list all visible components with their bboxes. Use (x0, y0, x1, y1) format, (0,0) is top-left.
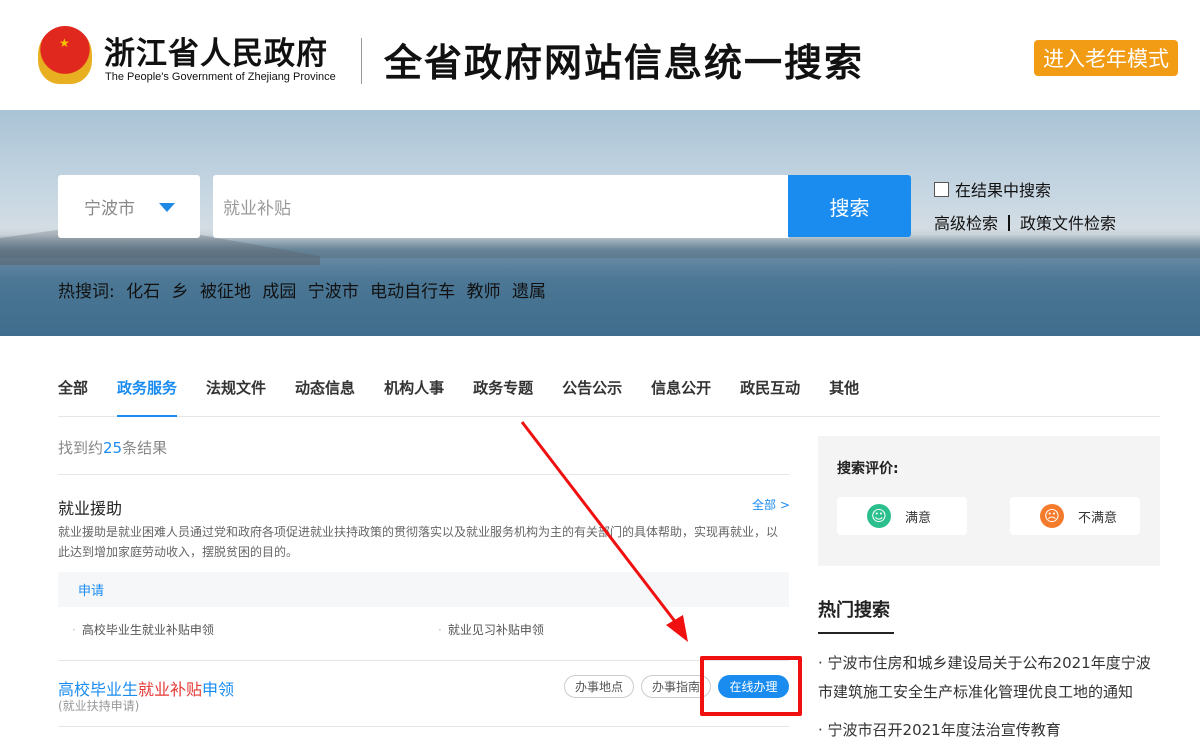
count-number: 25 (103, 439, 123, 457)
hot-search-item[interactable]: · 宁波市召开2021年度法治宣传教育 (818, 716, 1160, 745)
count-suffix: 条结果 (122, 439, 168, 457)
checkbox[interactable] (934, 181, 949, 197)
divider (58, 474, 789, 475)
search-input[interactable]: 就业补贴 (213, 175, 789, 238)
tab-services[interactable]: 政务服务 (117, 365, 178, 417)
hot-word[interactable]: 乡 (172, 282, 189, 302)
hot-search-item[interactable]: · 宁波市住房和城乡建设局关于公布2021年度宁波市建筑施工安全生产标准化管理优… (818, 649, 1160, 707)
result-count: 找到约25条结果 (58, 437, 167, 458)
city-select[interactable]: 宁波市 (58, 175, 200, 238)
tab-news[interactable]: 动态信息 (295, 365, 355, 417)
brand-name[interactable]: 浙江省人民政府 (104, 28, 328, 73)
hot-words-label: 热搜词: (58, 282, 115, 302)
hot-search-title: 热门搜索 (818, 600, 890, 621)
satisfied-button[interactable]: ☺ 满意 (837, 497, 967, 535)
tab-disclosure[interactable]: 信息公开 (651, 365, 711, 417)
hot-word[interactable]: 成园 (262, 282, 296, 302)
hot-word[interactable]: 遗属 (512, 282, 546, 302)
smile-icon: ☺ (867, 504, 891, 528)
site-title: 全省政府网站信息统一搜索 (384, 40, 865, 85)
hot-search-item-text: 宁波市住房和城乡建设局关于公布2021年度宁波市建筑施工安全生产标准化管理优良工… (818, 654, 1151, 701)
header: ★ 浙江省人民政府 The People's Government of Zhe… (0, 0, 1200, 110)
city-select-value: 宁波市 (84, 199, 135, 219)
tab-topics[interactable]: 政务专题 (473, 365, 533, 417)
search-banner: 宁波市 就业补贴 搜索 在结果中搜索 高级检索 政策文件检索 热搜词: 化石 乡 … (0, 110, 1200, 336)
title-highlight: 就业补贴 (138, 680, 203, 699)
category-title: 就业援助 (58, 499, 123, 518)
arrow-head (666, 615, 688, 642)
group-apply: 申请 (58, 572, 789, 607)
service-link[interactable]: 高校毕业生就业补贴申领 (72, 621, 214, 638)
tab-regulations[interactable]: 法规文件 (206, 365, 266, 417)
separator (1008, 215, 1011, 231)
elder-mode-button[interactable]: 进入老年模式 (1034, 40, 1178, 76)
unsatisfied-label: 不满意 (1078, 510, 1118, 526)
hot-words: 热搜词: 化石 乡 被征地 成园 宁波市 电动自行车 教师 遗属 (58, 277, 552, 302)
hot-search-item-text: 宁波市召开2021年度法治宣传教育 (827, 721, 1061, 739)
office-location-button[interactable]: 办事地点 (564, 675, 634, 698)
advanced-links: 高级检索 政策文件检索 (934, 210, 1116, 234)
result-subtitle: (就业扶持申请) (58, 699, 140, 713)
satisfied-label: 满意 (905, 510, 932, 526)
policy-search-link[interactable]: 政策文件检索 (1020, 214, 1116, 233)
title-underline (818, 632, 894, 634)
title-part: 申领 (202, 680, 235, 699)
category-description: 就业援助是就业困难人员通过党和政府各项促进就业扶持政策的贯彻落实以及就业服务机构… (58, 525, 779, 559)
count-prefix: 找到约 (58, 439, 104, 457)
search-in-results[interactable]: 在结果中搜索 (934, 177, 1051, 201)
advanced-search-link[interactable]: 高级检索 (934, 214, 998, 233)
hot-word[interactable]: 宁波市 (308, 282, 359, 302)
annotation-highlight-box (700, 656, 802, 716)
hot-word[interactable]: 电动自行车 (370, 282, 455, 302)
divider (361, 38, 362, 84)
national-emblem-logo: ★ (38, 26, 92, 84)
divider (58, 726, 789, 727)
divider (58, 660, 789, 661)
brand-english: The People's Government of Zhejiang Prov… (105, 71, 336, 83)
search-in-results-label: 在结果中搜索 (955, 181, 1052, 200)
frown-icon: ☹ (1040, 504, 1064, 528)
hot-word[interactable]: 化石 (126, 282, 160, 302)
chevron-down-icon (159, 203, 175, 212)
unsatisfied-button[interactable]: ☹ 不满意 (1010, 497, 1140, 535)
hot-word[interactable]: 教师 (467, 282, 501, 302)
view-all-link[interactable]: 全部 > (752, 496, 790, 513)
service-link[interactable]: 就业见习补贴申领 (438, 621, 544, 638)
evaluation-title: 搜索评价: (837, 461, 899, 477)
tab-personnel[interactable]: 机构人事 (384, 365, 444, 417)
category-tabs: 全部 政务服务 法规文件 动态信息 机构人事 政务专题 公告公示 信息公开 政民… (58, 365, 1160, 417)
tab-all[interactable]: 全部 (58, 365, 88, 417)
search-button[interactable]: 搜索 (788, 175, 911, 237)
tab-other[interactable]: 其他 (829, 365, 859, 417)
tab-interaction[interactable]: 政民互动 (740, 365, 800, 417)
tab-announcements[interactable]: 公告公示 (562, 365, 622, 417)
search-evaluation-panel: 搜索评价: ☺ 满意 ☹ 不满意 (818, 436, 1160, 566)
hot-word[interactable]: 被征地 (200, 282, 251, 302)
